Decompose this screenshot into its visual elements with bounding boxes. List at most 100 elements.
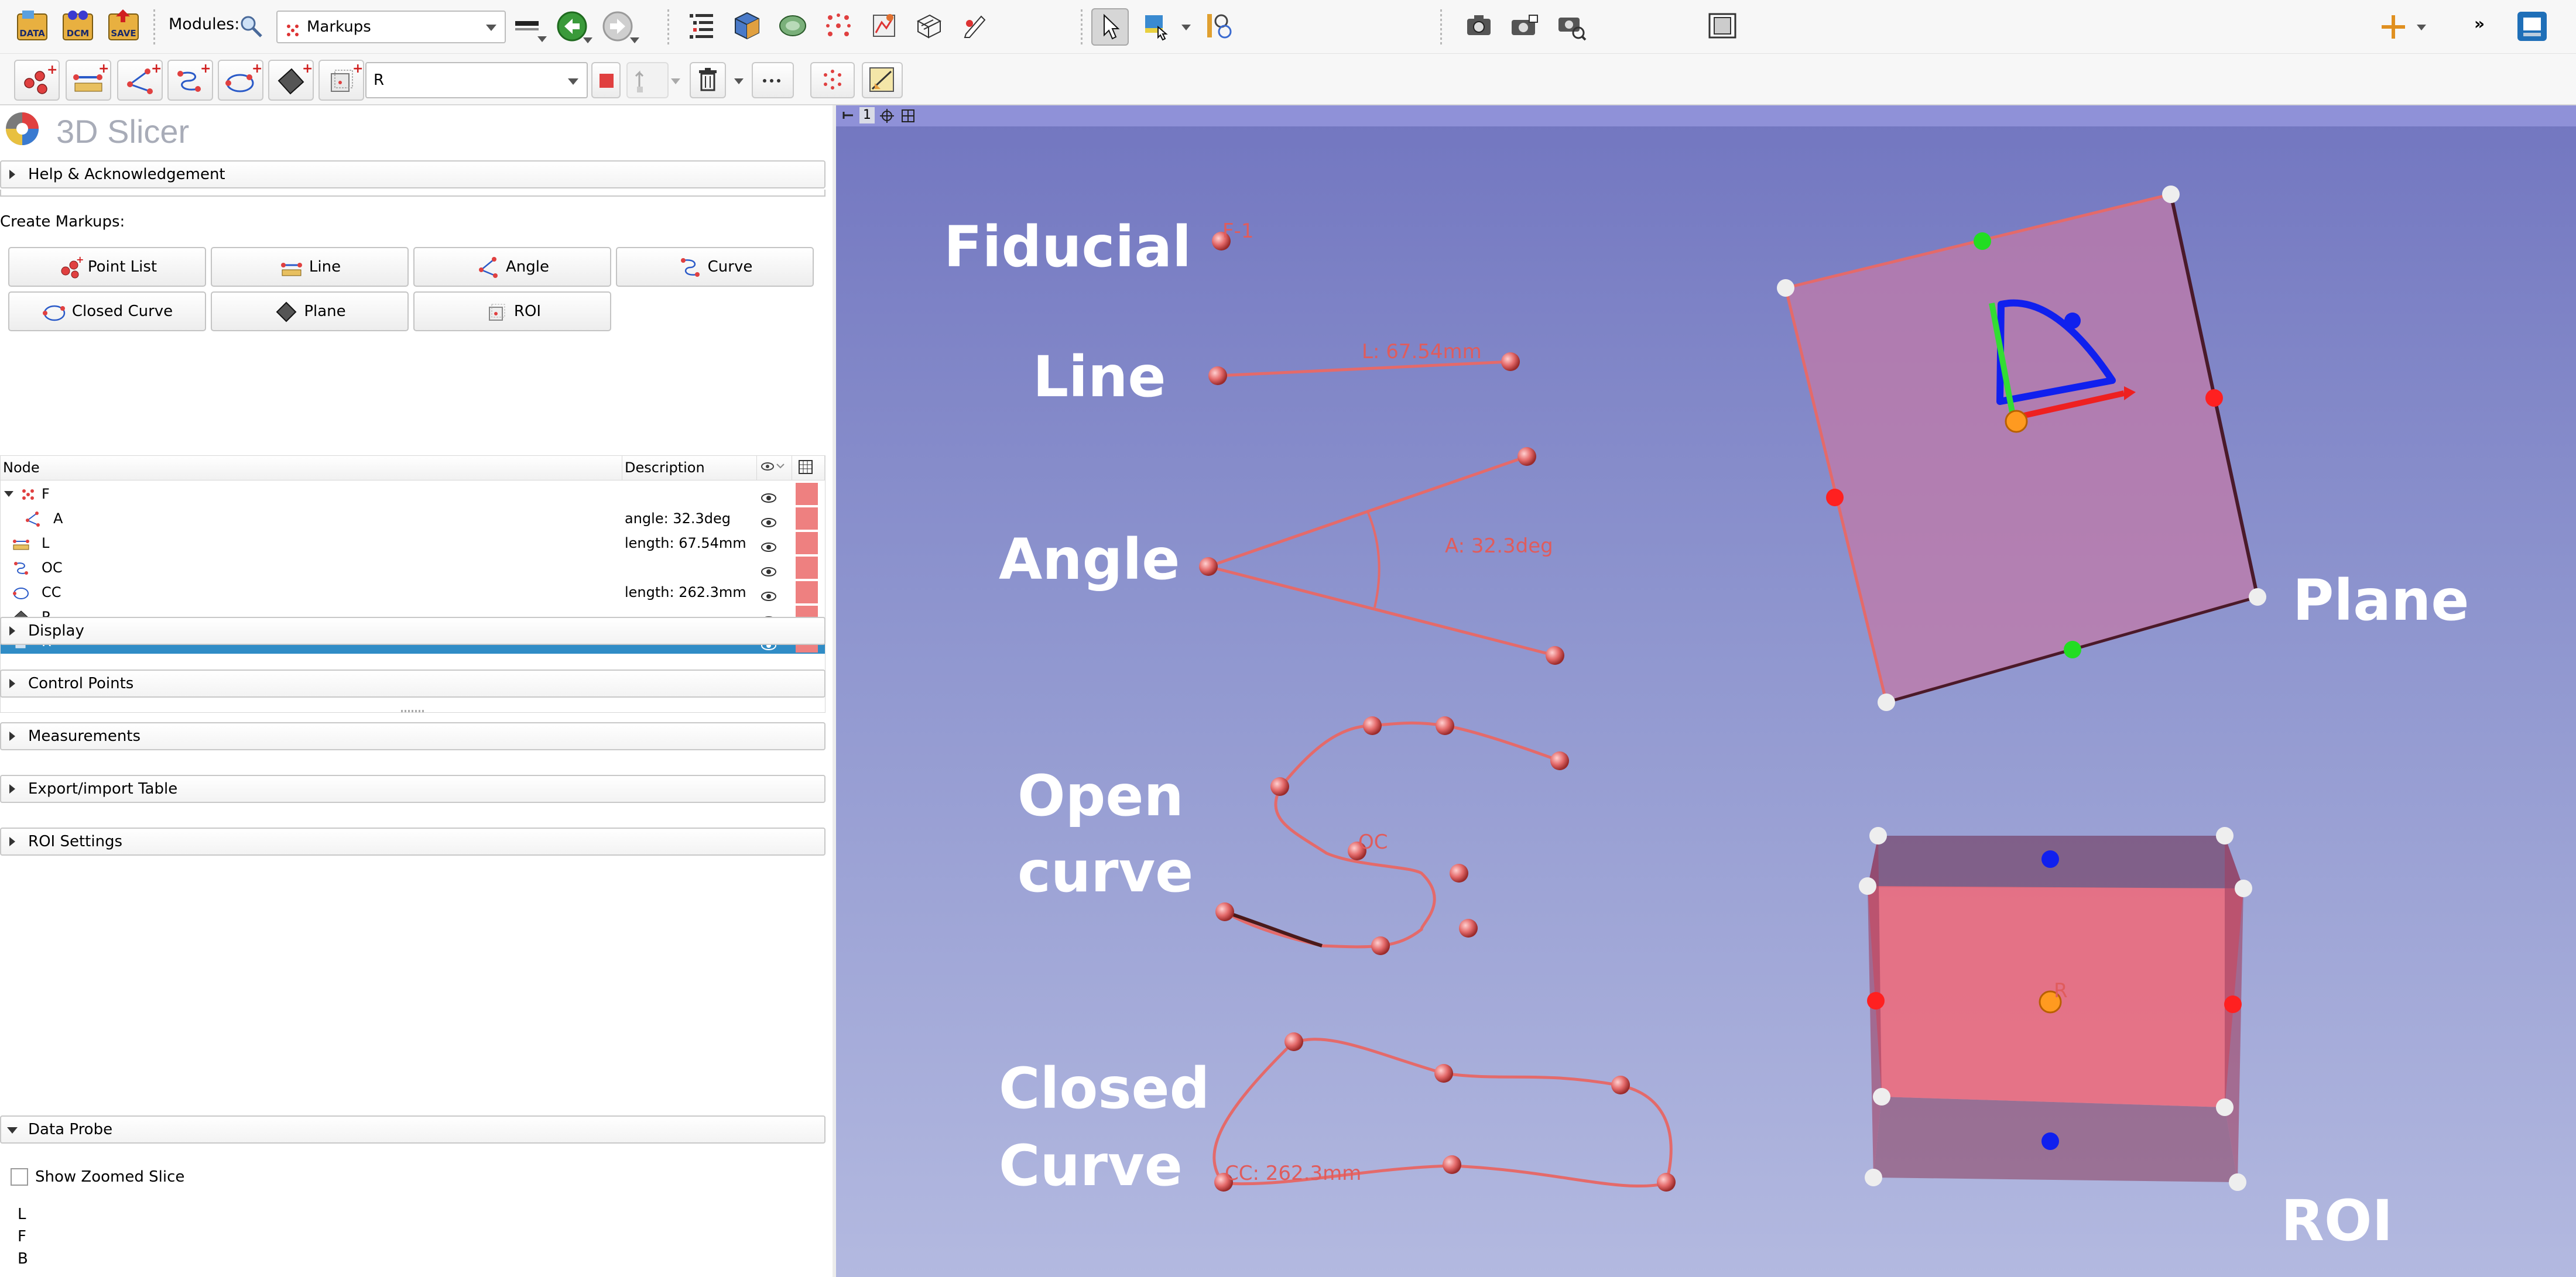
toolbar-overflow-button[interactable]: »: [2474, 14, 2485, 33]
chevron-down-icon[interactable]: [734, 78, 744, 84]
line-point[interactable]: [1501, 352, 1520, 371]
create-roi-button[interactable]: +: [318, 60, 364, 101]
module-selector[interactable]: Markups: [276, 11, 506, 43]
svg-text:+: +: [200, 61, 211, 76]
module-search-icon[interactable]: [238, 13, 265, 40]
export-import-table-section[interactable]: Export/import Table: [0, 775, 825, 803]
models-module-icon[interactable]: [776, 9, 809, 42]
markups-module-icon[interactable]: [822, 9, 855, 42]
chevron-down-icon[interactable]: [630, 37, 639, 43]
color-swatch[interactable]: [796, 581, 818, 603]
table-row[interactable]: F: [1, 482, 825, 506]
angle-point[interactable]: [1546, 646, 1564, 665]
column-header-node[interactable]: Node: [1, 456, 622, 480]
data-module-icon[interactable]: [685, 9, 718, 42]
scene-view-icon[interactable]: [1508, 11, 1541, 41]
tree-resize-handle[interactable]: [401, 710, 424, 712]
segment-editor-module-icon[interactable]: [868, 9, 900, 42]
control-points-section[interactable]: Control Points: [0, 670, 825, 698]
delete-button[interactable]: [690, 62, 726, 98]
show-zoomed-slice-checkbox[interactable]: [11, 1168, 28, 1186]
place-markup-icon[interactable]: [1140, 9, 1173, 42]
save-icon[interactable]: SAVE: [105, 8, 142, 44]
create-point-list-button[interactable]: +: [14, 60, 60, 101]
markups-module-icon: [285, 19, 301, 36]
place-mode-button[interactable]: [626, 62, 669, 98]
editor-module-icon[interactable]: [958, 9, 991, 42]
data-probe-section[interactable]: Data Probe: [0, 1115, 825, 1144]
help-acknowledgement-section[interactable]: Help & Acknowledgement: [0, 160, 825, 188]
display-section[interactable]: Display: [0, 617, 825, 645]
node-color-button[interactable]: [591, 62, 621, 98]
eye-icon[interactable]: [761, 512, 777, 527]
pin-icon[interactable]: [842, 109, 855, 122]
create-curve-button[interactable]: +: [167, 60, 213, 101]
plane-center-handle[interactable]: [2005, 410, 2028, 433]
create-curve-button[interactable]: Curve: [616, 247, 814, 287]
table-row[interactable]: A angle: 32.3deg: [1, 506, 825, 531]
angle-point[interactable]: [1517, 447, 1536, 466]
roi-settings-section[interactable]: ROI Settings: [0, 828, 825, 856]
line-point[interactable]: [1208, 366, 1227, 385]
color-swatch[interactable]: [796, 557, 818, 579]
chevron-down-icon[interactable]: [671, 78, 680, 84]
table-row[interactable]: OC: [1, 555, 825, 580]
screenshot-icon[interactable]: [1464, 11, 1494, 41]
create-angle-button[interactable]: +: [117, 60, 163, 101]
extension-manager-icon[interactable]: [2515, 9, 2549, 43]
eye-icon[interactable]: [761, 561, 777, 576]
closed-curve-markup-label: CC: 262.3mm: [1225, 1162, 1361, 1185]
create-line-button[interactable]: Line: [211, 247, 409, 287]
chevron-down-icon[interactable]: [583, 37, 592, 43]
column-header-visibility[interactable]: [757, 456, 792, 480]
volumes-module-icon[interactable]: [731, 9, 763, 42]
color-swatch[interactable]: [796, 507, 818, 530]
line-markup[interactable]: [1217, 360, 1511, 377]
create-angle-button[interactable]: Angle: [413, 247, 611, 287]
eye-icon[interactable]: [761, 537, 777, 552]
dcm-icon[interactable]: DCM: [60, 8, 96, 44]
mouse-pointer-icon[interactable]: [1091, 8, 1129, 46]
eye-icon[interactable]: [761, 488, 777, 503]
column-header-color[interactable]: [792, 456, 825, 480]
plane-rotation-handle[interactable]: [2064, 313, 2081, 329]
create-plane-button[interactable]: Plane: [211, 291, 409, 331]
3d-view[interactable]: F-1 L: 67.54mm A: 32.3deg OC CC: 262.3mm…: [836, 105, 2576, 1277]
transforms-module-icon[interactable]: [912, 9, 945, 42]
maximize-view-icon[interactable]: [900, 108, 916, 123]
expand-arrow-icon: [9, 626, 15, 636]
create-closed-curve-button[interactable]: +: [218, 60, 263, 101]
markup-node-selector[interactable]: R: [365, 62, 588, 98]
color-swatch[interactable]: [796, 532, 818, 554]
layout-icon[interactable]: [1706, 11, 1739, 41]
create-plane-button[interactable]: +: [268, 60, 314, 101]
color-swatch[interactable]: [796, 483, 818, 505]
open-curve-markup[interactable]: [1224, 721, 1560, 949]
measurements-section[interactable]: Measurements: [0, 722, 825, 750]
chevron-down-icon[interactable]: [537, 36, 547, 42]
table-row[interactable]: CC length: 262.3mm: [1, 580, 825, 605]
collapse-arrow-icon[interactable]: [4, 491, 13, 497]
create-line-button[interactable]: +: [66, 60, 111, 101]
create-roi-button[interactable]: ROI: [413, 291, 611, 331]
chevron-down-icon: [568, 78, 578, 85]
eye-icon[interactable]: [761, 586, 777, 601]
toggle-visibility-button[interactable]: [810, 62, 855, 98]
crosshair-icon[interactable]: [2377, 11, 2410, 43]
column-header-description[interactable]: Description: [622, 456, 757, 480]
create-closed-curve-button[interactable]: Closed Curve: [8, 291, 206, 331]
data-icon[interactable]: DATA: [14, 8, 50, 44]
curve-point: [1215, 902, 1234, 921]
window-level-icon[interactable]: [1203, 9, 1235, 42]
chevron-down-icon[interactable]: [2417, 25, 2426, 30]
scene-restore-icon[interactable]: [1555, 11, 1588, 41]
table-row[interactable]: L length: 67.54mm: [1, 531, 825, 555]
open-curve-points[interactable]: [1215, 716, 1569, 955]
more-options-button[interactable]: [752, 62, 794, 98]
svg-text:DATA: DATA: [19, 28, 45, 39]
chevron-down-icon[interactable]: [1181, 25, 1191, 30]
measurements-button[interactable]: [862, 62, 903, 98]
angle-point[interactable]: [1199, 557, 1218, 576]
create-point-list-button[interactable]: + Point List: [8, 247, 206, 287]
center-view-icon[interactable]: [879, 108, 895, 123]
